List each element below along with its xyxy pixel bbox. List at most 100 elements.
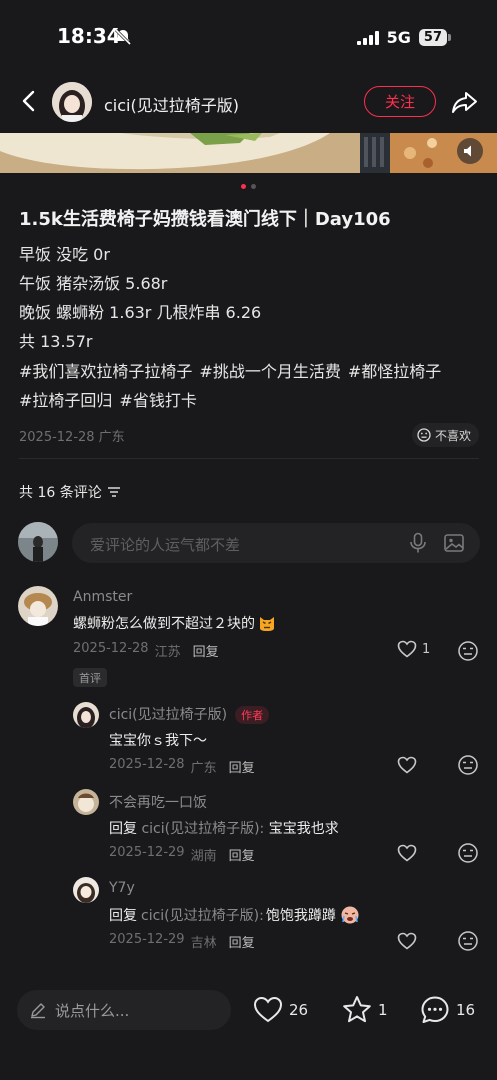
reply-button[interactable]: 回复 xyxy=(229,932,255,951)
comment-input-placeholder: 爱评论的人运气都不差 xyxy=(90,536,241,554)
reply-date: 2025-12-28 xyxy=(109,757,185,772)
reply-name-row: cici(见过拉椅子版) 作者 xyxy=(109,704,270,724)
comment-dislike-icon[interactable] xyxy=(457,640,479,662)
favorite-button[interactable]: 1 xyxy=(342,995,388,1024)
post-image[interactable] xyxy=(0,133,497,173)
reply-text: 回复 cici(见过拉椅子版): 宝宝我也求 xyxy=(109,818,339,838)
sound-toggle-button[interactable] xyxy=(457,138,483,164)
like-count: 1 xyxy=(422,641,431,657)
like-button[interactable]: 26 xyxy=(253,996,308,1023)
follow-button[interactable]: 关注 xyxy=(364,86,436,117)
post-line: 晚饭 螺蛳粉 1.63r 几根炸串 6.26 xyxy=(19,303,262,322)
reply-button[interactable]: 回复 xyxy=(229,845,255,864)
share-icon[interactable] xyxy=(450,88,478,116)
mute-bell-icon xyxy=(114,28,132,46)
my-avatar xyxy=(18,522,58,562)
reply-prefix: 回复 xyxy=(109,821,137,837)
comment-dislike-icon[interactable] xyxy=(457,842,479,864)
reply-text: 回复 cici(见过拉椅子版): 饱饱我蹲蹲 xyxy=(109,905,360,925)
replier-avatar[interactable] xyxy=(73,789,99,815)
bottom-comment-input[interactable]: 说点什么... xyxy=(17,990,231,1030)
post-line: 早饭 没吃 0r xyxy=(19,245,110,264)
reply-body: 宝宝我也求 xyxy=(268,821,339,837)
post-line: 午饭 猪杂汤饭 5.68r xyxy=(19,274,168,293)
heart-icon[interactable] xyxy=(397,932,417,950)
status-indicators: 5G 57 xyxy=(356,28,451,47)
reply-meta: 2025-12-29 吉林 回复 xyxy=(109,932,255,951)
author-badge: 作者 xyxy=(235,706,270,724)
status-time: 18:34 xyxy=(57,24,121,48)
star-icon xyxy=(343,996,371,1023)
dislike-button[interactable]: 不喜欢 xyxy=(412,423,480,447)
neutral-face-icon xyxy=(417,428,431,442)
comment-sort-header[interactable]: 共 16 条评论 xyxy=(19,482,121,502)
replier-avatar[interactable] xyxy=(73,877,99,903)
post-date-location: 2025-12-28 广东 xyxy=(19,430,125,445)
commenter-name[interactable]: Anmster xyxy=(73,589,132,605)
microphone-icon[interactable] xyxy=(408,532,428,554)
heart-icon[interactable] xyxy=(397,756,417,774)
comment-dislike-icon[interactable] xyxy=(457,930,479,952)
bottom-input-placeholder: 说点什么... xyxy=(55,1001,130,1020)
sort-icon xyxy=(107,487,120,497)
first-comment-badge: 首评 xyxy=(73,668,107,687)
post-line: 共 13.57r xyxy=(19,332,93,351)
favorite-total: 1 xyxy=(378,1000,388,1019)
comment-input[interactable]: 爱评论的人运气都不差 xyxy=(72,523,480,563)
battery-level: 57 xyxy=(418,29,447,46)
reply-location: 吉林 xyxy=(190,936,217,951)
reply-button[interactable]: 回复 xyxy=(193,641,219,660)
divider xyxy=(19,458,479,459)
hashtag[interactable]: #我们喜欢拉椅子拉椅子 xyxy=(19,358,192,382)
comment-date: 2025-12-28 xyxy=(73,641,149,656)
dislike-label: 不喜欢 xyxy=(435,428,472,443)
battery-icon xyxy=(448,34,451,41)
comment-location: 江苏 xyxy=(154,645,181,660)
comment-like-button[interactable]: 1 xyxy=(397,640,430,658)
reply-location: 广东 xyxy=(190,761,217,776)
comment-meta: 2025-12-28 江苏 回复 xyxy=(73,641,219,660)
reply-target[interactable]: cici(见过拉椅子版): xyxy=(141,821,264,837)
reply-date: 2025-12-29 xyxy=(109,845,185,860)
comment-bubble-icon xyxy=(421,996,449,1023)
reply-author-avatar[interactable] xyxy=(73,702,99,728)
signal-icon xyxy=(356,30,379,45)
heart-icon xyxy=(253,996,283,1023)
hashtag[interactable]: #省钱打卡 xyxy=(119,387,196,411)
comment-count: 共 16 条评论 xyxy=(19,485,102,501)
page-dot xyxy=(251,184,256,189)
post-title: 1.5k生活费椅子妈攒钱看澳门线下｜Day106 xyxy=(19,209,391,230)
crying-face-emoji-icon xyxy=(341,906,359,924)
reply-target[interactable]: cici(见过拉椅子版): xyxy=(141,905,264,925)
hashtag[interactable]: #拉椅子回归 xyxy=(19,387,112,411)
hashtag[interactable]: #挑战一个月生活费 xyxy=(199,358,340,382)
image-icon[interactable] xyxy=(443,532,465,554)
reply-prefix: 回复 xyxy=(109,908,137,924)
author-name[interactable]: cici(见过拉椅子版) xyxy=(104,92,239,116)
reply-meta: 2025-12-28 广东 回复 xyxy=(109,757,255,776)
reply-button[interactable]: 回复 xyxy=(229,757,255,776)
author-avatar[interactable] xyxy=(52,82,92,122)
replier-name[interactable]: cici(见过拉椅子版) xyxy=(109,707,227,723)
heart-icon[interactable] xyxy=(397,844,417,862)
reply-location: 湖南 xyxy=(190,849,217,864)
commenter-avatar[interactable] xyxy=(18,586,58,626)
comment-body: 螺蛳粉怎么做到不超过２块的 xyxy=(73,616,255,632)
angry-cat-emoji-icon xyxy=(260,617,274,631)
comment-dislike-icon[interactable] xyxy=(457,754,479,776)
reply-text: 宝宝你ｓ我下～ xyxy=(109,733,207,749)
reply-meta: 2025-12-29 湖南 回复 xyxy=(109,845,255,864)
tag-row: #我们喜欢拉椅子拉椅子 #挑战一个月生活费 #都怪拉椅子 xyxy=(19,358,441,382)
reply-body: 饱饱我蹲蹲 xyxy=(265,908,336,924)
comments-button[interactable]: 16 xyxy=(420,995,475,1025)
reply-date: 2025-12-29 xyxy=(109,932,185,947)
pencil-icon xyxy=(31,1003,45,1019)
page-dot-active xyxy=(241,184,246,189)
hashtag[interactable]: #都怪拉椅子 xyxy=(348,358,441,382)
speaker-icon xyxy=(464,145,471,157)
replier-name[interactable]: Y7y xyxy=(109,880,135,896)
replier-name[interactable]: 不会再吃一口饭 xyxy=(109,792,207,812)
network-type: 5G xyxy=(386,28,411,47)
tag-row: #拉椅子回归 #省钱打卡 xyxy=(19,387,197,411)
back-button[interactable] xyxy=(16,87,44,115)
